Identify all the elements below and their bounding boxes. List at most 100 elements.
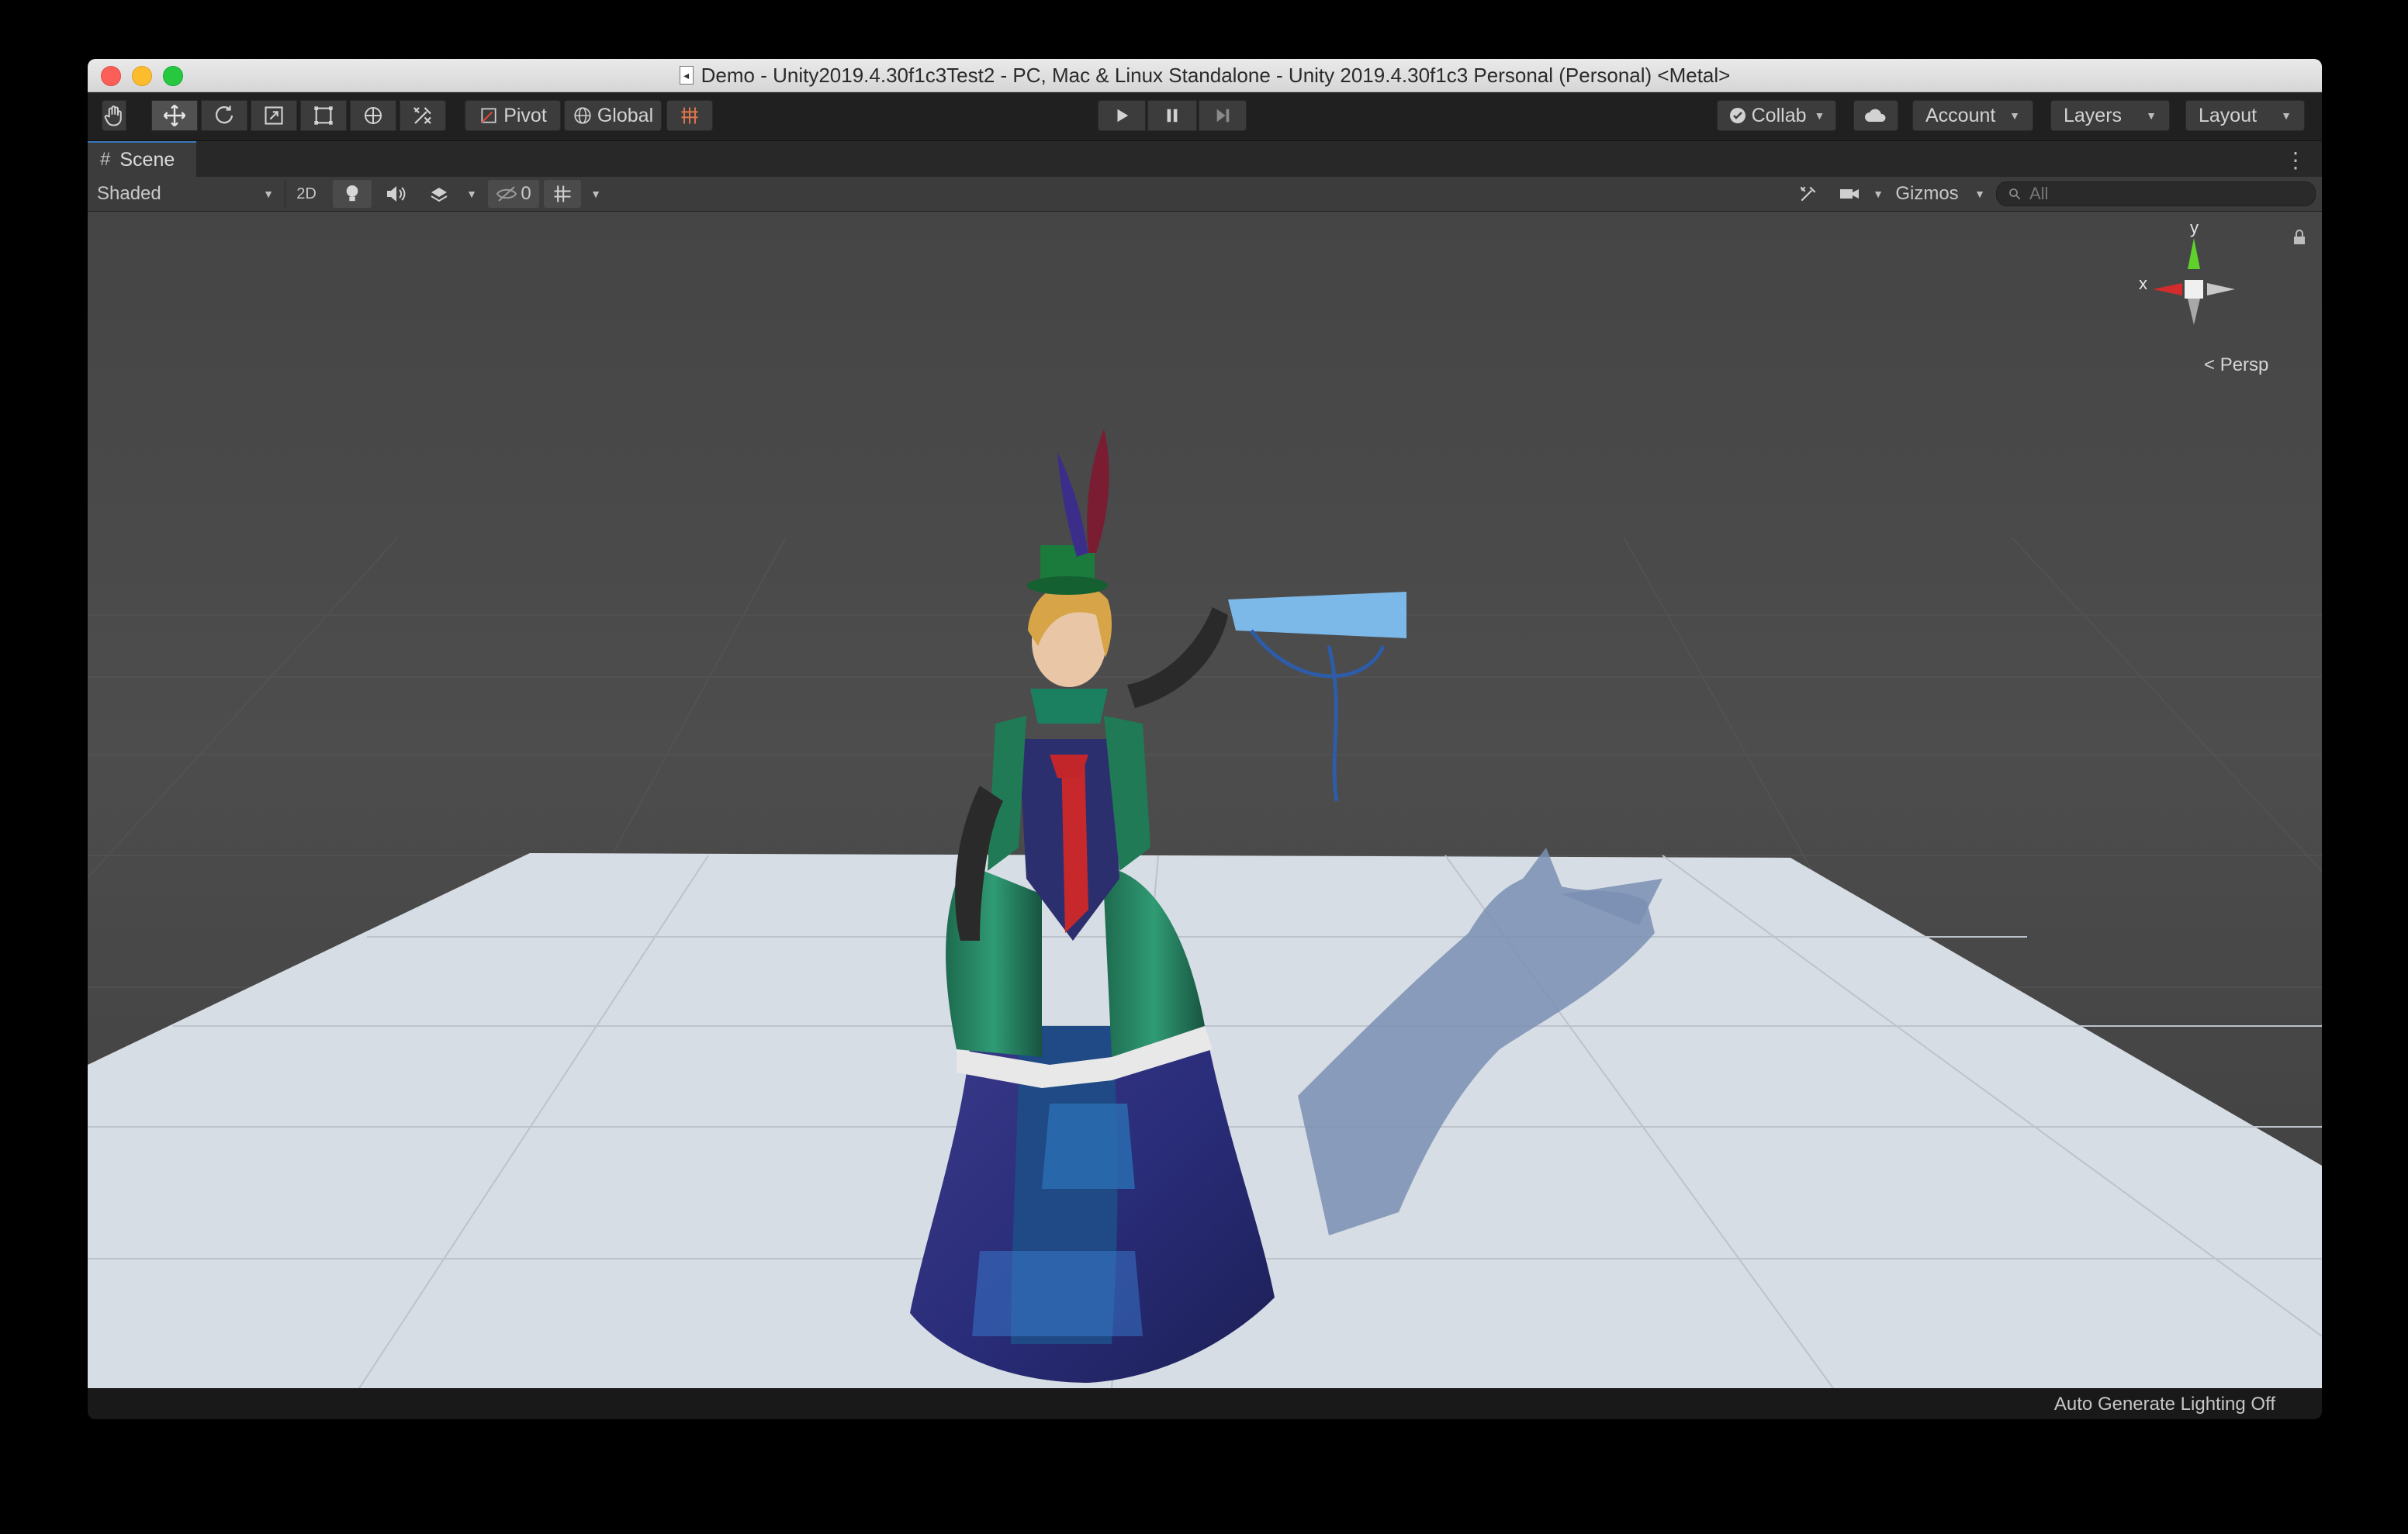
perspective-icon: < <box>2204 354 2216 375</box>
gizmo-neg-y-axis[interactable] <box>2188 299 2200 325</box>
main-toolbar: Pivot Global Collab ▼ Account ▼ Layers ▼… <box>88 92 2322 141</box>
chevron-down-icon: ▼ <box>2009 109 2020 122</box>
lighting-toggle[interactable] <box>333 180 372 208</box>
camera-icon <box>1840 189 1859 199</box>
grid-snap-button[interactable] <box>666 100 713 131</box>
scene-render <box>88 212 2322 1388</box>
pause-icon <box>1167 109 1178 123</box>
scene-toolbar: Shaded ▼ 2D ▼ 0 ▼ ▼ Gizmos ▼ All <box>88 177 2322 212</box>
rect-transform-icon <box>314 106 333 125</box>
gizmo-y-axis[interactable] <box>2188 238 2200 269</box>
gizmo-neg-x-axis[interactable] <box>2207 283 2235 295</box>
unity-editor-window: ◂ Demo - Unity2019.4.30f1c3Test2 - PC, M… <box>88 59 2322 1419</box>
scene-search-field[interactable]: All <box>1996 181 2316 206</box>
hidden-objects-toggle[interactable]: 0 <box>488 180 539 208</box>
chevron-down-icon: ▼ <box>590 188 601 200</box>
chevron-down-icon: ▼ <box>466 188 477 200</box>
lightbulb-icon <box>346 185 358 202</box>
account-dropdown[interactable]: Account ▼ <box>1912 100 2033 131</box>
grid-dropdown[interactable]: ▼ <box>584 180 607 208</box>
global-toggle[interactable]: Global <box>564 100 662 131</box>
pause-button[interactable] <box>1147 100 1197 131</box>
tools-icon <box>413 107 431 124</box>
step-icon <box>1216 109 1230 123</box>
tab-scene[interactable]: # Scene <box>88 141 196 177</box>
chevron-down-icon: ▼ <box>263 188 274 200</box>
tools-visibility-button[interactable] <box>1791 180 1825 208</box>
hidden-count: 0 <box>521 183 531 204</box>
chevron-down-icon: ▼ <box>2146 109 2157 122</box>
move-arrows-icon <box>163 104 186 127</box>
auto-generate-lighting-status[interactable]: Auto Generate Lighting Off <box>2054 1394 2275 1415</box>
pivot-toggle[interactable]: Pivot <box>465 100 561 131</box>
layers-label: Layers <box>2064 104 2123 126</box>
transform-tool-button[interactable] <box>350 100 396 131</box>
camera-settings-button[interactable] <box>1832 180 1867 208</box>
globe-icon <box>574 107 591 124</box>
draw-mode-dropdown[interactable]: Shaded ▼ <box>92 180 279 208</box>
scale-icon <box>265 106 283 125</box>
hand-tool-button[interactable] <box>102 100 126 131</box>
audio-toggle[interactable] <box>376 180 415 208</box>
collab-label: Collab <box>1751 104 1807 126</box>
grid-icon <box>554 185 571 202</box>
draw-mode-label: Shaded <box>97 183 161 204</box>
tools-icon <box>1800 186 1816 202</box>
gizmo-x-label: x <box>2139 274 2147 293</box>
rect-tool-button[interactable] <box>300 100 347 131</box>
tab-bar: # Scene ⋮ <box>88 141 2322 177</box>
cloud-icon <box>1865 109 1886 122</box>
title-bar: ◂ Demo - Unity2019.4.30f1c3Test2 - PC, M… <box>88 59 2322 92</box>
chevron-down-icon: ▼ <box>1873 188 1884 200</box>
2d-mode-toggle[interactable]: 2D <box>286 180 327 208</box>
search-icon <box>2009 188 2021 200</box>
chevron-down-icon: ▼ <box>1974 188 1985 200</box>
grid-snap-icon <box>681 107 698 124</box>
lock-icon[interactable] <box>2292 229 2306 246</box>
chevron-down-icon: ▼ <box>1814 109 1825 122</box>
gizmo-x-axis[interactable] <box>2153 283 2182 295</box>
effects-dropdown[interactable]: ▼ <box>460 180 483 208</box>
orientation-gizmo[interactable]: y x <box>2136 223 2252 339</box>
gizmos-button[interactable]: Gizmos <box>1889 180 1965 208</box>
speaker-icon <box>387 186 406 202</box>
projection-label: Persp <box>2219 354 2269 375</box>
move-tool-button[interactable] <box>151 100 198 131</box>
play-button[interactable] <box>1098 100 1146 131</box>
effects-toggle[interactable] <box>420 180 458 208</box>
eye-hidden-icon <box>496 186 517 202</box>
gizmos-label: Gizmos <box>1895 183 1959 204</box>
layout-dropdown[interactable]: Layout ▼ <box>2185 100 2305 131</box>
window-title: Demo - Unity2019.4.30f1c3Test2 - PC, Mac… <box>701 63 1731 87</box>
collab-dropdown[interactable]: Collab ▼ <box>1717 100 1836 131</box>
gizmos-dropdown[interactable]: ▼ <box>1968 180 1991 208</box>
camera-dropdown[interactable]: ▼ <box>1869 180 1887 208</box>
account-label: Account <box>1925 104 1996 126</box>
hand-icon <box>104 105 122 126</box>
layers-dropdown[interactable]: Layers ▼ <box>2050 100 2170 131</box>
layout-label: Layout <box>2199 104 2258 126</box>
unity-document-icon: ◂ <box>679 66 694 85</box>
step-button[interactable] <box>1199 100 1247 131</box>
status-bar: Auto Generate Lighting Off <box>88 1388 2322 1419</box>
search-placeholder: All <box>2029 184 2049 203</box>
more-options-icon[interactable]: ⋮ <box>2285 147 2306 173</box>
custom-tool-button[interactable] <box>400 100 446 131</box>
gizmo-y-label: y <box>2190 223 2199 237</box>
cloud-button[interactable] <box>1853 100 1898 131</box>
pivot-icon <box>481 108 496 123</box>
scene-viewport[interactable]: y x < Persp <box>88 212 2322 1388</box>
pivot-label: Pivot <box>503 104 547 126</box>
title-wrap: ◂ Demo - Unity2019.4.30f1c3Test2 - PC, M… <box>88 59 2322 92</box>
check-circle-icon <box>1729 108 1745 123</box>
gizmo-center-cube[interactable] <box>2185 280 2203 299</box>
layers-effects-icon <box>431 188 448 202</box>
tab-scene-label: Scene <box>119 148 175 171</box>
projection-toggle[interactable]: < Persp <box>2204 354 2268 376</box>
transform-combo-icon <box>365 107 382 124</box>
grid-toggle[interactable] <box>544 180 581 208</box>
2d-label: 2D <box>296 185 317 202</box>
scale-tool-button[interactable] <box>251 100 297 131</box>
global-label: Global <box>597 104 654 126</box>
rotate-tool-button[interactable] <box>201 100 247 131</box>
